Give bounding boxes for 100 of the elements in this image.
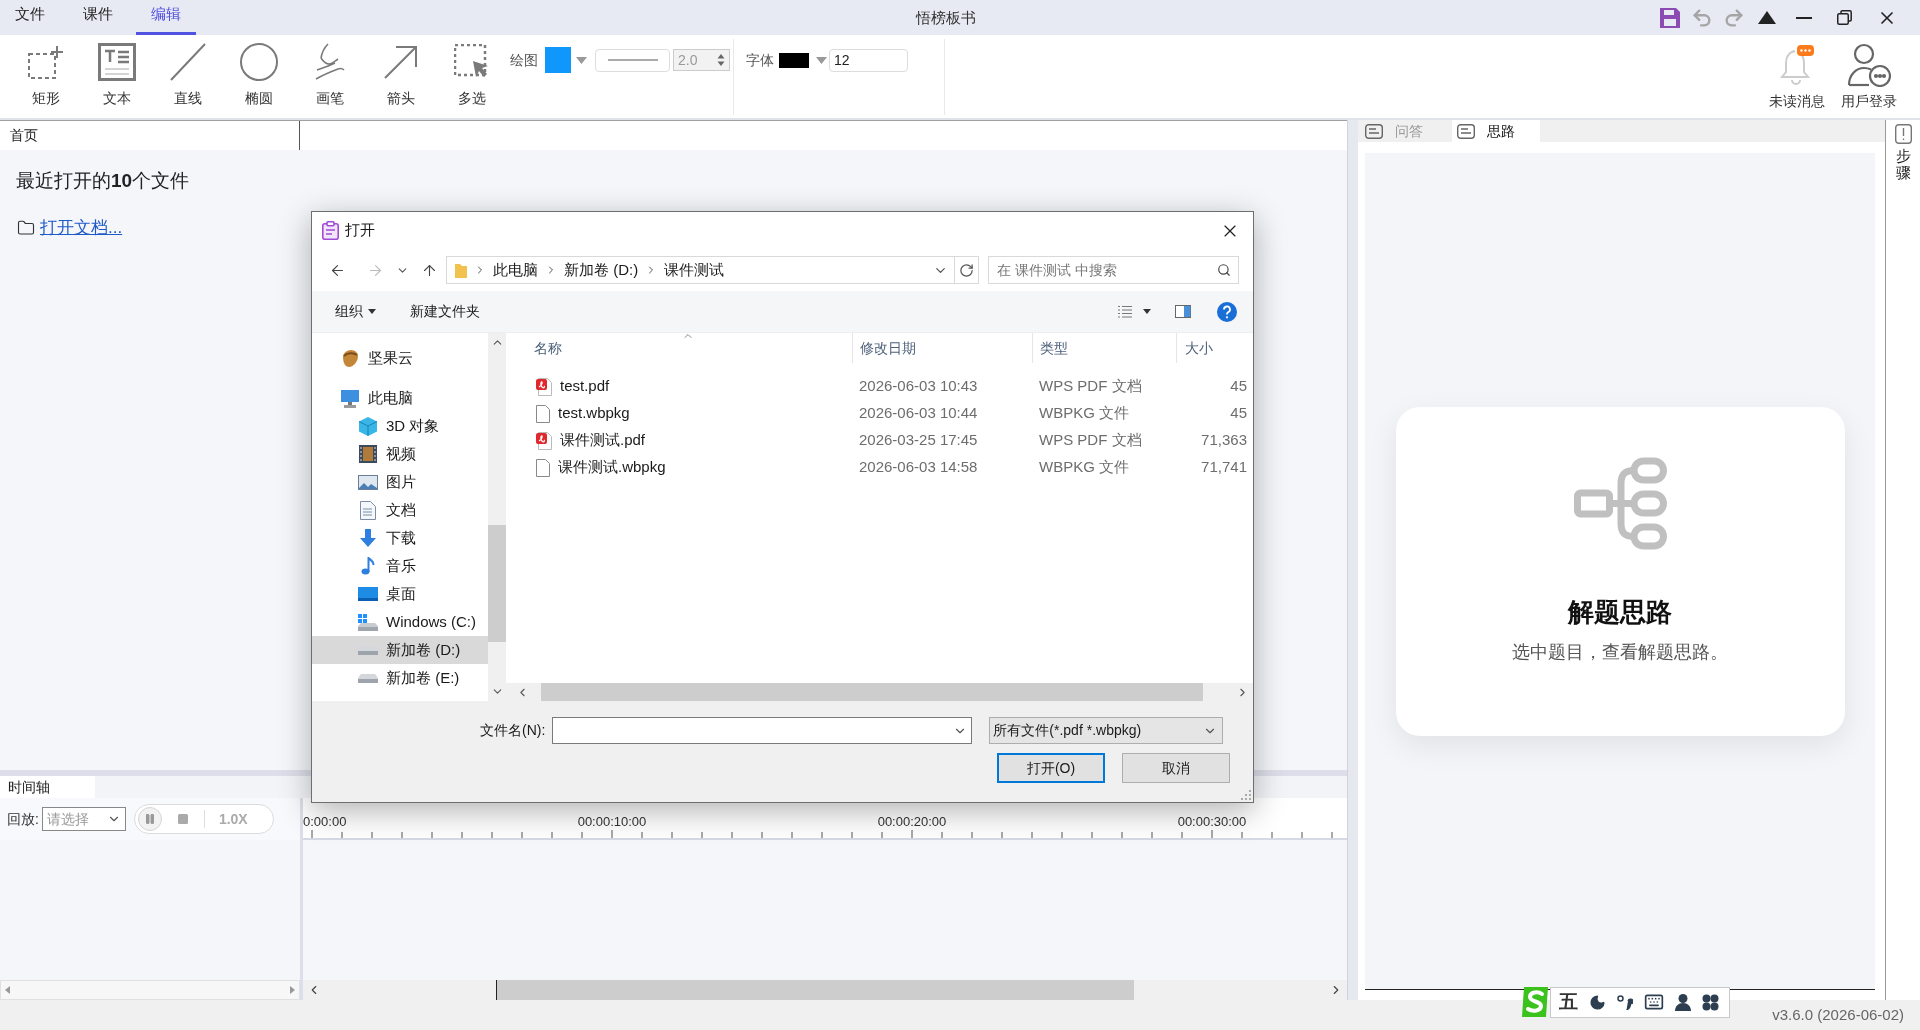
arrow-tool[interactable]: 箭头 bbox=[365, 37, 436, 107]
drive-icon bbox=[358, 613, 378, 631]
column-header[interactable]: 类型 bbox=[1032, 333, 1176, 363]
message-icon bbox=[1457, 123, 1475, 139]
login-button[interactable]: 用戶登录 bbox=[1838, 40, 1900, 110]
redo-icon bbox=[1723, 6, 1745, 29]
drive-icon bbox=[358, 673, 378, 683]
draw-color-swatch[interactable] bbox=[545, 47, 571, 73]
menu-tab[interactable]: 文件 bbox=[0, 0, 60, 35]
punctuation-icon bbox=[1617, 994, 1633, 1010]
time-label: 00:00:30:00 bbox=[1177, 814, 1247, 830]
column-header[interactable]: 修改日期 bbox=[852, 333, 1032, 363]
file-size: 45 bbox=[1229, 376, 1248, 397]
version-label: v3.6.0 (2026-06-02) bbox=[1772, 1004, 1904, 1025]
caret-down-icon bbox=[368, 309, 376, 314]
download-arrow-icon bbox=[359, 529, 377, 547]
clipboard-icon bbox=[322, 221, 339, 240]
scroll-right-icon bbox=[290, 986, 295, 994]
playback-label: 回放: bbox=[7, 809, 39, 829]
toolbar-button[interactable]: 新建文件夹 bbox=[410, 301, 480, 322]
pause-button[interactable] bbox=[137, 807, 162, 831]
stop-icon bbox=[177, 814, 188, 824]
folder-icon bbox=[17, 218, 35, 237]
rectangle-tool[interactable]: 矩形 bbox=[10, 37, 81, 107]
bell-icon bbox=[1780, 45, 1814, 85]
filename-field[interactable] bbox=[552, 717, 973, 744]
view-options-button[interactable] bbox=[1117, 304, 1151, 319]
caret-down-icon bbox=[816, 56, 827, 64]
scrollbar-thumb[interactable] bbox=[496, 980, 1134, 1000]
draw-label: 绘图 bbox=[510, 50, 538, 70]
file-icon bbox=[536, 458, 550, 477]
select-tool[interactable]: 多选 bbox=[436, 37, 507, 107]
keyboard-icon bbox=[1644, 992, 1664, 1012]
file-type: WPS PDF 文档 bbox=[1038, 376, 1143, 397]
file-size: 45 bbox=[1229, 403, 1248, 424]
pen-tool[interactable]: 画笔 bbox=[294, 37, 365, 107]
file-type-select[interactable]: 所有文件(*.pdf *.wbpkg) bbox=[989, 717, 1224, 744]
timeline-tab[interactable]: 时间轴 bbox=[0, 776, 95, 798]
pen-scribble-icon bbox=[313, 43, 346, 81]
ellipse-tool[interactable]: 椭圆 bbox=[223, 37, 294, 107]
help-icon bbox=[1217, 301, 1237, 322]
modified-date: 2026-03-25 17:45 bbox=[858, 430, 979, 451]
line-style-icon bbox=[607, 59, 658, 61]
open-document-link[interactable]: 打开文档... bbox=[40, 215, 123, 241]
arrow-icon bbox=[383, 45, 418, 79]
film-icon bbox=[359, 445, 377, 463]
font-size-field[interactable]: 12 bbox=[829, 48, 908, 72]
modified-date: 2026-06-03 10:43 bbox=[858, 376, 979, 397]
breadcrumb-item[interactable]: 新加卷 (D:) bbox=[564, 258, 639, 282]
input-mode-label[interactable]: 五 bbox=[1559, 992, 1578, 1012]
nut-icon bbox=[340, 348, 360, 368]
file-size: 71,363 bbox=[1200, 430, 1248, 451]
caret-down-icon bbox=[1143, 309, 1151, 314]
open-button[interactable]: 打开(O) bbox=[997, 753, 1105, 783]
breadcrumb-item[interactable]: 此电脑 bbox=[493, 258, 538, 282]
line-style-field[interactable] bbox=[595, 48, 670, 72]
steps-tab[interactable]: 步骤 bbox=[1894, 124, 1912, 181]
circle-icon bbox=[239, 43, 278, 81]
menu-button[interactable]: 组织 bbox=[335, 301, 376, 322]
text-tool[interactable]: 文本 bbox=[81, 37, 152, 107]
details-view-icon bbox=[1117, 304, 1133, 319]
nav-item[interactable]: 新加卷 (D:) bbox=[312, 636, 488, 664]
file-name[interactable]: 课件测试.wbpkg bbox=[558, 456, 666, 479]
card-hint: 选中题目，查看解题思路。 bbox=[1512, 640, 1728, 663]
column-header[interactable]: 大小 bbox=[1176, 333, 1253, 363]
scrollbar-thumb[interactable] bbox=[488, 525, 506, 642]
mind-map-icon bbox=[1573, 456, 1667, 550]
notifications-button[interactable]: 未读消息 bbox=[1766, 40, 1828, 110]
cancel-button[interactable]: 取消 bbox=[1122, 753, 1230, 783]
person-icon bbox=[1675, 993, 1691, 1011]
breadcrumb-item[interactable]: 课件测试 bbox=[664, 258, 725, 282]
column-header[interactable]: 名称 bbox=[506, 333, 852, 363]
recent-files-heading: 最近打开的10个文件 bbox=[16, 169, 191, 193]
file-name[interactable]: test.wbpkg bbox=[558, 402, 630, 425]
spinner-arrows-icon bbox=[717, 53, 725, 67]
address-bar[interactable]: 此电脑 新加卷 (D:) 课件测试 bbox=[446, 256, 979, 284]
panel-tab[interactable]: 思路 bbox=[1452, 120, 1540, 142]
caret-down-icon bbox=[576, 56, 587, 64]
modified-date: 2026-06-03 10:44 bbox=[858, 403, 979, 424]
file-name[interactable]: 课件测试.pdf bbox=[560, 429, 646, 452]
menu-tab[interactable]: 课件 bbox=[68, 0, 128, 35]
time-label: 00:00:20:00 bbox=[877, 814, 947, 830]
message-icon bbox=[1365, 123, 1383, 139]
clover-icon bbox=[1702, 993, 1719, 1011]
line-tool[interactable]: 直线 bbox=[152, 37, 223, 107]
moon-icon bbox=[1589, 993, 1606, 1011]
search-field[interactable]: 在 课件测试 中搜索 bbox=[988, 256, 1239, 284]
help-button[interactable] bbox=[1217, 301, 1237, 322]
user-icon bbox=[1847, 43, 1891, 87]
time-label: 0:00:00 bbox=[303, 814, 347, 830]
font-color-swatch[interactable] bbox=[779, 52, 809, 68]
desktop-icon bbox=[358, 587, 378, 601]
cube-icon bbox=[359, 416, 377, 436]
app-title: 悟榜板书 bbox=[916, 8, 976, 28]
resize-grip-icon bbox=[1241, 790, 1251, 800]
preview-pane-button[interactable] bbox=[1175, 305, 1191, 318]
refresh-icon bbox=[959, 262, 974, 278]
time-label: 00:00:10:00 bbox=[577, 814, 647, 830]
file-name[interactable]: test.pdf bbox=[560, 375, 610, 398]
file-size: 71,741 bbox=[1200, 457, 1248, 478]
